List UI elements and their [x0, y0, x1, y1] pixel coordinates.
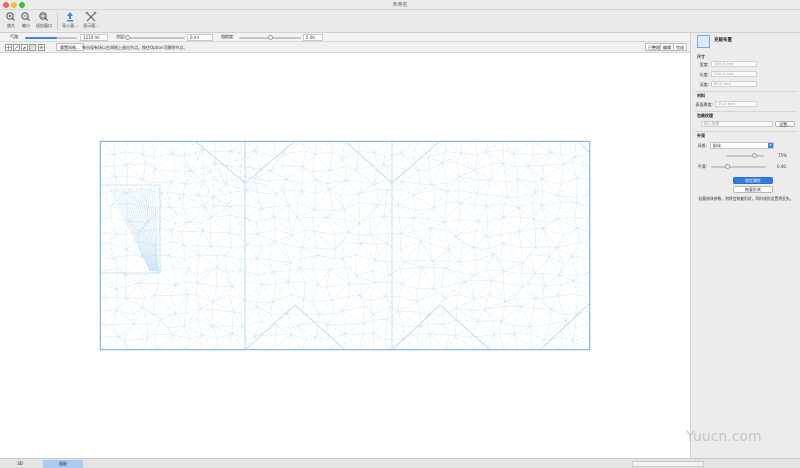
tools-label: 显示面...	[83, 23, 99, 28]
rough-slider-knob[interactable]	[267, 35, 273, 40]
parameter-bar: 气路: 1210 ml 涂层: 0 ml 粗糙度: 5.00	[0, 33, 690, 42]
tab-panel[interactable]: 面板	[43, 460, 83, 468]
app-window: 未命名 放大 缩小 适应窗口 导入面... 显示面... 气路: 1210 ml…	[0, 0, 800, 468]
window-title: 未命名	[392, 2, 408, 8]
tools-button[interactable]: 显示面...	[80, 11, 102, 32]
eraser-icon[interactable]	[21, 44, 28, 51]
texture-settings-button[interactable]: 设置...	[775, 121, 795, 127]
zoom-fit-label: 适应窗口	[36, 23, 52, 28]
material-label: 表面厚度:	[695, 102, 713, 107]
hatch-icon[interactable]	[29, 44, 36, 51]
style-label: 风格:	[697, 143, 707, 148]
inspector-note: 若要修改参数，则将会恢复形状，同时成形设置将丢失。	[698, 196, 794, 201]
import-icon	[67, 12, 73, 22]
zoom-fit-icon	[39, 12, 48, 21]
smooth-value: 0.40	[777, 164, 786, 169]
inspector-title: 充能布置	[714, 38, 732, 43]
import-button[interactable]: 导入面...	[59, 11, 81, 32]
smooth-slider-knob[interactable]	[725, 164, 730, 169]
section-divider	[695, 91, 797, 92]
tab-3d[interactable]: 3D	[0, 460, 40, 468]
gas-label: 气路:	[10, 34, 20, 39]
coat-value[interactable]: 0 ml	[187, 34, 213, 41]
title-bar: 未命名	[0, 0, 800, 10]
rough-label: 粗糙度:	[221, 34, 235, 39]
toolbar: 放大 缩小 适应窗口 导入面... 显示面...	[0, 10, 800, 33]
material-section-title: 材料	[697, 93, 705, 98]
lock-properties-button[interactable]: 锁定属性	[733, 177, 773, 184]
view-done-button[interactable]: 完成	[673, 43, 687, 51]
layout-icon	[697, 35, 710, 48]
texture-field[interactable]: 插入纹理	[701, 121, 773, 127]
material-field[interactable]: 10.0 mm	[715, 101, 757, 107]
length-field[interactable]: 100.0 mm	[711, 71, 757, 77]
view-edit-button[interactable]: 编辑	[660, 43, 674, 51]
appearance-section-title: 外观	[697, 133, 705, 138]
tools-icon	[85, 11, 97, 22]
coat-slider-knob[interactable]	[124, 35, 130, 40]
zoom-fit-button[interactable]: 适应窗口	[33, 11, 55, 32]
style-dropdown[interactable]: 拟化 ▾	[710, 142, 774, 149]
mesh-boundary	[100, 141, 590, 350]
depth-label: 深度:	[699, 82, 709, 87]
section-divider	[695, 111, 797, 112]
gas-slider[interactable]	[25, 37, 77, 39]
depth-field[interactable]: 60.0 mm	[711, 81, 757, 87]
watermark: Yuucn.com	[686, 429, 762, 445]
width-label: 宽度:	[699, 62, 709, 67]
coat-label: 涂层:	[116, 34, 126, 39]
section-divider	[695, 131, 797, 132]
rough-value[interactable]: 5.00	[303, 34, 323, 41]
length-label: 长度:	[699, 72, 709, 77]
width-field[interactable]: 100.0 mm	[711, 61, 757, 67]
inspector-panel: 充能布置 尺寸 宽度: 100.0 mm 长度: 100.0 mm 深度: 60…	[690, 33, 800, 458]
pen-icon[interactable]	[13, 44, 20, 51]
restore-shape-button[interactable]: 恢复形状	[733, 186, 773, 193]
mesh-canvas[interactable]	[0, 53, 690, 458]
reset-mesh-button[interactable]: 重置网格...	[56, 43, 84, 51]
style-dropdown-value: 拟化	[713, 143, 721, 148]
opacity-slider[interactable]	[726, 155, 764, 157]
import-label: 导入面...	[62, 23, 78, 28]
coat-slider[interactable]	[127, 37, 185, 39]
opacity-slider-knob[interactable]	[752, 153, 757, 158]
edit-toolbar: 重置网格... 单击现有场以在网格上放出节点。按住Option可删除节点。 已整…	[0, 42, 690, 53]
gas-slider-fill	[25, 37, 58, 39]
opacity-value: 75%	[778, 153, 787, 158]
status-field	[632, 461, 704, 467]
move-icon[interactable]	[5, 44, 12, 51]
chevron-down-icon: ▾	[768, 143, 773, 148]
toolbar-separator	[57, 13, 58, 30]
smooth-label: 平滑:	[697, 164, 707, 169]
texture-section-title: 包装纹理	[697, 113, 713, 118]
snap-icon[interactable]	[38, 44, 45, 51]
hint-text: 单击现有场以在网格上放出节点。按住Option可删除节点。	[82, 45, 188, 50]
smooth-slider[interactable]	[711, 166, 766, 168]
size-section-title: 尺寸	[697, 54, 705, 59]
gas-value[interactable]: 1210 ml	[80, 34, 108, 41]
bottom-bar: 3D 面板	[0, 458, 800, 468]
